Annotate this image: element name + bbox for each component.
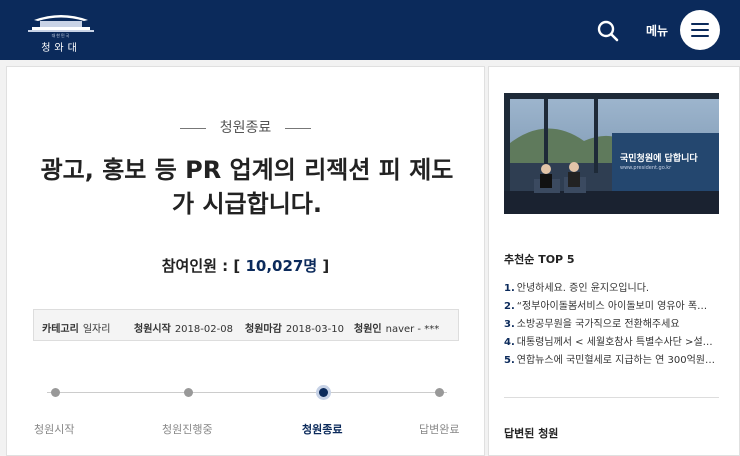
cheongwadae-logo[interactable]: 대한민국 청와대 — [26, 8, 100, 54]
timeline-dot-progress — [184, 388, 193, 397]
top5-number: 5. — [504, 355, 515, 366]
top-header: 대한민국 청와대 메뉴 — [0, 0, 740, 60]
blue-house-icon — [28, 15, 94, 32]
logo-name: 청와대 — [41, 43, 81, 54]
menu-label[interactable]: 메뉴 — [646, 22, 668, 39]
count-value: 10,027명 — [245, 257, 318, 275]
timeline-label-closed: 청원종료 — [302, 423, 343, 436]
status-line-right — [285, 127, 312, 129]
video-thumbnail[interactable]: 국민청원에 답합니다 www.president.go.kr — [504, 93, 719, 214]
top5-number: 2. — [504, 301, 515, 312]
timeline-label-answered: 답변완료 — [419, 423, 460, 436]
hamburger-bar — [691, 29, 709, 31]
top5-text: 대통령님께서 < 세월호참사 특별수사단 >설… — [516, 337, 713, 348]
top5-number: 4. — [504, 337, 515, 348]
info-author-value: naver - *** — [385, 324, 440, 335]
top5-list: 1. 안녕하세요. 증인 윤지오입니다. 2. “정부아이돌봄서비스 아이돌보미 영… — [504, 279, 722, 369]
video-caption: 국민청원에 답합니다 — [620, 154, 698, 164]
status-text: 청원종료 — [219, 120, 272, 136]
sidebar-divider — [504, 397, 719, 398]
petition-detail: 청원종료 광고, 홍보 등 PR 업계의 리젝션 피 제도가 시급합니다. 참여… — [6, 66, 485, 456]
info-category-value: 일자리 — [82, 324, 111, 335]
top5-item[interactable]: 4. 대통령님께서 < 세월호참사 특별수사단 >설… — [504, 333, 722, 351]
sidebar: 국민청원에 답합니다 www.president.go.kr 추천순 TOP 5… — [488, 66, 740, 456]
info-start: 청원시작 2018-02-08 — [134, 320, 233, 335]
count-label: 참여인원 : [ — [161, 257, 246, 275]
info-category-label: 카테고리 — [42, 324, 79, 335]
top5-text: 연합뉴스에 국민혈세로 지급하는 연 300억원… — [516, 355, 715, 366]
hamburger-icon — [691, 23, 709, 25]
hamburger-bar — [691, 35, 709, 37]
top5-heading: 추천순 TOP 5 — [504, 253, 575, 266]
info-category: 카테고리 일자리 — [42, 320, 110, 335]
top5-item[interactable]: 2. “정부아이돌봄서비스 아이돌보미 영유아 폭… — [504, 297, 722, 315]
status-line-left — [179, 127, 206, 129]
info-start-label: 청원시작 — [134, 324, 171, 335]
top5-number: 1. — [504, 283, 515, 294]
petition-timeline: 청원시작 청원진행중 청원종료 답변완료 — [7, 381, 484, 441]
hamburger-menu-button[interactable] — [680, 10, 720, 50]
petition-info-box: 카테고리 일자리 청원시작 2018-02-08 청원마감 2018-03-10 청원… — [33, 309, 459, 341]
search-icon[interactable] — [597, 20, 619, 42]
timeline-dot-closed — [319, 388, 328, 397]
info-end: 청원마감 2018-03-10 — [245, 320, 344, 335]
timeline-dot-answered — [435, 388, 444, 397]
timeline-dot-start — [51, 388, 60, 397]
petition-title: 광고, 홍보 등 PR 업계의 리젝션 피 제도가 시급합니다. — [40, 156, 454, 218]
info-end-label: 청원마감 — [245, 324, 282, 335]
top5-text: 소방공무원을 국가직으로 전환해주세요 — [516, 319, 680, 330]
info-start-value: 2018-02-08 — [174, 324, 233, 335]
top5-text: 안녕하세요. 증인 윤지오입니다. — [516, 283, 650, 294]
info-author-label: 청원인 — [354, 324, 382, 335]
answered-petitions-heading: 답변된 청원 — [504, 427, 559, 440]
count-close: ] — [317, 257, 330, 275]
top5-number: 3. — [504, 319, 515, 330]
timeline-label-start: 청원시작 — [34, 423, 75, 436]
top5-item[interactable]: 5. 연합뉴스에 국민혈세로 지급하는 연 300억원… — [504, 351, 722, 369]
video-url: www.president.go.kr — [620, 165, 672, 171]
top5-item[interactable]: 1. 안녕하세요. 증인 윤지오입니다. — [504, 279, 722, 297]
top5-item[interactable]: 3. 소방공무원을 국가직으로 전환해주세요 — [504, 315, 722, 333]
info-author: 청원인 naver - *** — [354, 320, 439, 335]
petition-status: 청원종료 — [7, 117, 484, 137]
participant-count: 참여인원 : [ 10,027명 ] — [7, 255, 484, 276]
info-end-value: 2018-03-10 — [285, 324, 344, 335]
timeline-label-progress: 청원진행중 — [162, 423, 213, 436]
top5-text: “정부아이돌봄서비스 아이돌보미 영유아 폭… — [516, 301, 708, 312]
timeline-line — [47, 392, 447, 393]
